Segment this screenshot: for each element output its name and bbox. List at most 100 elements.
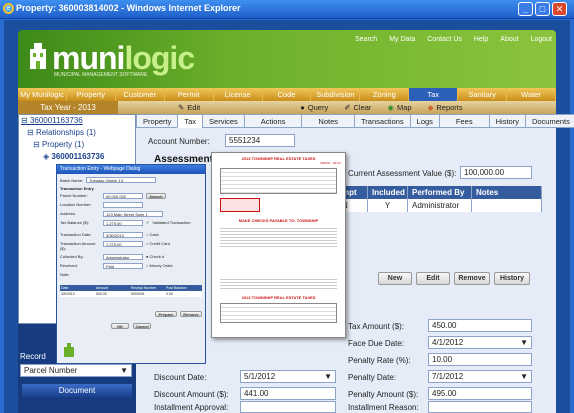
tax-balance-input[interactable]: 1,275.00 [103,220,143,226]
nav-tax[interactable]: Tax [409,88,459,101]
building-logo-icon [30,43,46,69]
discount-amount-field[interactable]: 441.00 [240,387,336,400]
pencil-icon: ✎ [178,103,185,112]
new-button[interactable]: New [378,272,412,285]
link-my-data[interactable]: My Data [389,36,415,43]
chevron-down-icon: ▼ [520,338,528,347]
bill-stub-table [220,303,337,323]
link-search[interactable]: Search [355,36,377,43]
nav-customer[interactable]: Customer [116,88,165,101]
parcel-number-select[interactable]: Parcel Number ▼ [20,364,132,377]
penalty-rate-field[interactable]: 10.00 [428,353,532,366]
document-button[interactable]: Document [22,384,132,397]
batch-label: Batch Name: [60,177,84,183]
maximize-icon[interactable]: □ [535,2,550,16]
transaction-amount-input[interactable]: 1,275.00 [103,241,143,247]
edit-assessment-button[interactable]: Edit [416,272,450,285]
map-button[interactable]: ◉ Map [387,103,411,112]
penalty-date-field[interactable]: 7/1/2012 ▼ [428,370,532,383]
face-due-label: Face Due Date: [348,339,405,348]
collected-by-select[interactable]: Administrator [103,254,143,260]
bill-instructions [220,226,337,248]
search-button[interactable]: Search [146,193,166,199]
tab-strip: Property Tax Services Actions Notes Tran… [136,114,574,128]
nav-my-munilogic[interactable]: My Munilogic [18,88,67,101]
minimize-icon[interactable]: _ [518,2,533,16]
link-help[interactable]: Help [474,36,488,43]
parcel-number-input[interactable]: 00 000 000 [103,193,143,199]
nav-code[interactable]: Code [263,88,312,101]
logo-subtitle: MUNICIPAL MANAGEMENT SOFTWARE [54,72,148,78]
link-about[interactable]: About [500,36,518,43]
tree-root[interactable]: ⊟ 360001163736 [19,115,135,127]
address-input[interactable]: 123 Main Street Suite 1 [103,211,163,217]
current-assessment-field[interactable]: 100,000.00 [460,166,532,179]
installment-reason-label: Installment Reason: [348,403,419,412]
link-logout[interactable]: Logout [531,36,552,43]
edit-button[interactable]: ✎ Edit [178,103,200,112]
history-button[interactable]: History [494,272,530,285]
radio-check[interactable]: ● Check # [146,254,164,260]
bill-number: 000001 - 00711 [320,161,341,165]
tab-documents[interactable]: Documents [524,114,574,128]
tab-fees[interactable]: Fees [438,114,490,128]
discount-date-label: Discount Date: [154,373,207,382]
nav-license[interactable]: License [214,88,263,101]
tab-actions[interactable]: Actions [243,114,303,128]
remove-transaction-button[interactable]: Remove [180,311,202,317]
received-select[interactable]: Paid [103,263,143,269]
bill-red-box [220,198,260,212]
nav-subdivision[interactable]: Subdivision [311,88,361,101]
ok-button[interactable]: OK [111,323,129,329]
nav-water[interactable]: Water [507,88,556,101]
close-icon[interactable]: ✕ [552,2,567,16]
nav-permit[interactable]: Permit [165,88,214,101]
tree-child[interactable]: ◈ 360001163736 [19,151,135,163]
nav-sanitary[interactable]: Sanitary [458,88,508,101]
tree-relationships[interactable]: ⊟ Relationships (1) [19,127,135,139]
penalty-amount-label: Penalty Amount ($): [348,390,419,399]
installment-approval-field[interactable] [240,401,336,413]
reports-button[interactable]: ◆ Reports [428,103,463,112]
installment-reason-field[interactable] [428,401,532,413]
report-icon: ◆ [427,103,434,112]
location-number-input[interactable] [103,202,143,208]
radio-credit-card[interactable]: ○ Credit Card [146,241,170,251]
tab-notes[interactable]: Notes [301,114,355,128]
tab-history[interactable]: History [488,114,526,128]
discount-date-field[interactable]: 5/1/2012 ▼ [240,370,336,383]
account-number-label: Account Number: [148,137,210,146]
top-links: Search My Data Contact Us Help About Log… [355,36,552,43]
app-header: Search My Data Contact Us Help About Log… [18,30,556,88]
nav-zoning[interactable]: Zoning [360,88,410,101]
tab-transactions[interactable]: Transactions [354,114,411,128]
prepare-button[interactable]: Prepare [155,311,177,317]
bill-table [220,168,337,194]
account-number-field[interactable]: 5551234 [225,134,295,147]
tax-amount-field[interactable]: 450.00 [428,319,532,332]
penalty-amount-field[interactable]: 495.00 [428,387,532,400]
batch-select[interactable]: Tuesday, March 13 [86,177,157,183]
face-due-date-field[interactable]: 4/1/2012 ▼ [428,336,532,349]
tab-logs[interactable]: Logs [409,114,440,128]
nav-property[interactable]: Property [67,88,116,101]
remove-button[interactable]: Remove [454,272,490,285]
radio-money-order[interactable]: ○ Money Order [146,263,173,269]
sub-toolbar: Tax Year - 2013 ✎ Edit ● Query ✐ Clear ◉ Map… [18,101,556,114]
main-nav: My Munilogic Property Customer Permit Li… [18,88,556,101]
cancel-button[interactable]: Cancel [133,323,151,329]
dialog-table-row[interactable]: 3/9/2013 500.00 0000001 0.00 [60,291,202,297]
tree-property[interactable]: ⊟ Property (1) [19,139,135,151]
tab-services[interactable]: Services [202,114,245,128]
transaction-date-input[interactable]: 3/30/2013 [103,232,143,238]
query-button[interactable]: ● Query [300,103,328,112]
penalty-date-label: Penalty Date: [348,373,397,382]
tab-tax[interactable]: Tax [177,114,204,128]
table-row[interactable]: N Y Administrator [338,199,542,212]
tab-property[interactable]: Property [136,114,179,128]
link-contact[interactable]: Contact Us [427,36,462,43]
bill-address [220,277,337,289]
clear-button[interactable]: ✐ Clear [344,103,371,112]
current-assessment-label: Current Assessment Value ($): [348,169,457,178]
radio-cash[interactable]: ○ Cash [146,232,159,238]
